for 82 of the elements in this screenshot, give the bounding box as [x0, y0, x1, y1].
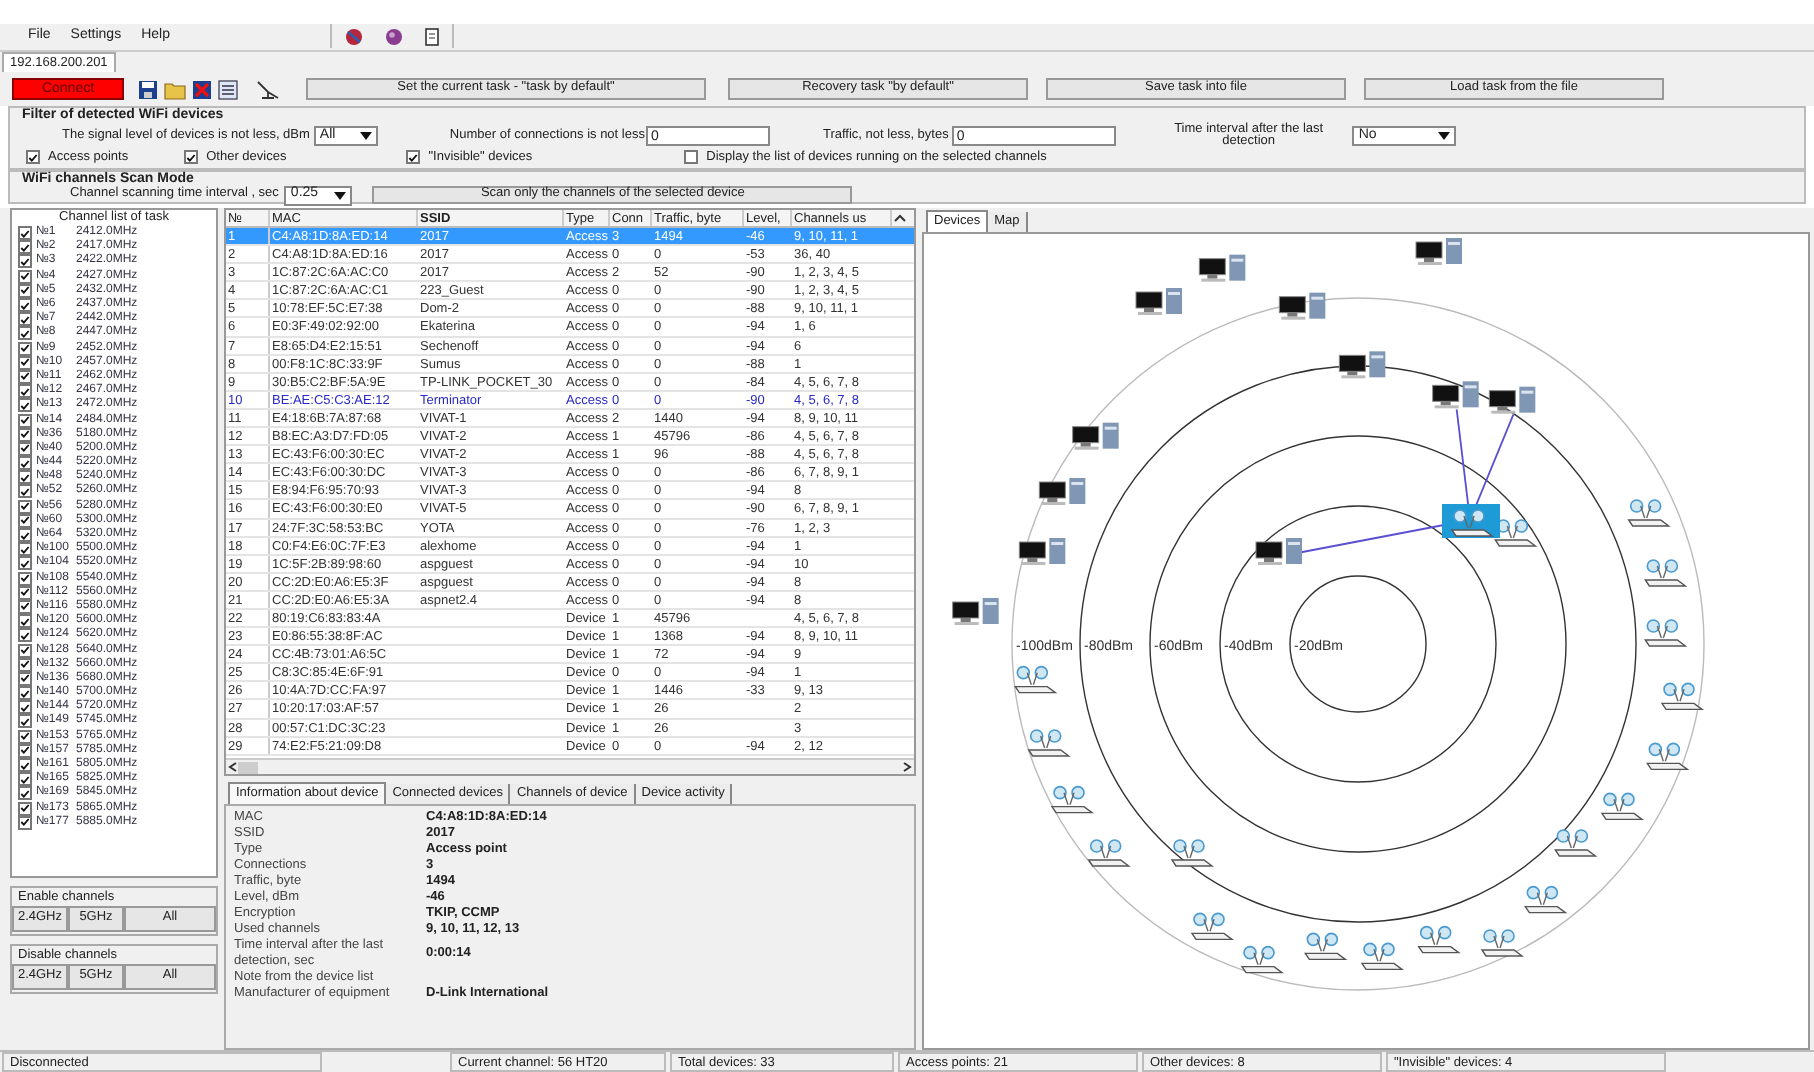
computer-icon	[1072, 422, 1119, 450]
checkbox[interactable]	[18, 801, 32, 816]
checkbox[interactable]	[18, 384, 32, 399]
checkbox[interactable]	[406, 150, 421, 165]
checkbox[interactable]	[18, 413, 32, 428]
checkbox[interactable]	[184, 150, 199, 165]
checkbox[interactable]	[18, 714, 32, 729]
access-point-icon	[1170, 839, 1215, 867]
ball-icon[interactable]	[383, 27, 404, 46]
access-point-icon	[1190, 912, 1235, 941]
checkbox[interactable]	[18, 298, 32, 313]
computer-icon	[1278, 292, 1326, 320]
computer-icon	[952, 598, 999, 625]
computer-icon	[1198, 254, 1246, 282]
access-point-icon	[1600, 792, 1645, 821]
checkbox[interactable]	[18, 528, 32, 543]
access-point-icon	[1014, 665, 1058, 694]
computer-icon	[1038, 478, 1086, 505]
dropdown-arrow-icon[interactable]	[1438, 132, 1451, 141]
document-icon[interactable]	[423, 27, 440, 46]
checkbox[interactable]	[18, 499, 32, 514]
checkbox[interactable]	[18, 628, 32, 643]
dropdown-arrow-icon[interactable]	[359, 132, 372, 141]
checkbox[interactable]	[18, 772, 32, 787]
checkbox[interactable]	[18, 226, 32, 241]
computer-icon	[1255, 538, 1302, 565]
checkbox[interactable]	[18, 556, 32, 571]
antenna-icon[interactable]	[256, 79, 280, 100]
checkbox[interactable]	[18, 758, 32, 773]
access-point-icon	[1304, 932, 1348, 961]
computer-icon	[1018, 538, 1066, 565]
checkbox[interactable]	[18, 326, 32, 341]
access-point-icon	[1644, 619, 1688, 647]
checkbox[interactable]	[18, 269, 32, 284]
scroll-thumb[interactable]	[238, 761, 258, 773]
access-point-icon	[1644, 559, 1688, 587]
computer-icon	[1488, 386, 1536, 414]
checkbox[interactable]	[684, 150, 699, 165]
computer-icon	[1432, 381, 1479, 409]
access-point-icon	[1660, 682, 1705, 711]
checkbox[interactable]	[18, 470, 32, 485]
checkbox[interactable]	[18, 254, 32, 269]
access-point-icon	[1240, 945, 1285, 974]
access-point-icon	[1417, 925, 1461, 954]
horizontal-scrollbar[interactable]	[226, 758, 914, 774]
checkbox[interactable]	[18, 686, 32, 701]
checkbox[interactable]	[18, 786, 32, 801]
checkbox[interactable]	[26, 150, 40, 165]
checkbox[interactable]	[18, 312, 32, 327]
checkbox[interactable]	[18, 398, 32, 413]
selected-router-icon	[1442, 504, 1500, 538]
save-icon[interactable]	[138, 79, 158, 100]
access-point-icon	[1554, 829, 1598, 857]
checkbox[interactable]	[18, 484, 32, 499]
scroll-up-icon[interactable]	[892, 210, 908, 226]
ball-icon[interactable]	[343, 27, 364, 46]
delete-icon[interactable]	[192, 79, 212, 100]
checkbox[interactable]	[18, 341, 32, 356]
access-point-icon	[1494, 519, 1538, 547]
scroll-right-icon[interactable]	[902, 762, 912, 772]
checkbox[interactable]	[18, 643, 32, 658]
access-point-icon	[1360, 942, 1405, 971]
access-point-icon	[1646, 742, 1690, 771]
computer-icon	[1135, 288, 1182, 315]
checkbox[interactable]	[18, 614, 32, 629]
access-point-icon	[1027, 729, 1071, 757]
checkbox[interactable]	[18, 240, 32, 255]
access-point-icon	[1087, 839, 1131, 867]
checkbox[interactable]	[18, 456, 32, 471]
access-point-icon	[1050, 785, 1095, 814]
computer-icon	[1338, 351, 1386, 379]
checkbox[interactable]	[18, 729, 32, 744]
checkbox[interactable]	[18, 542, 32, 557]
scroll-left-icon[interactable]	[228, 762, 238, 772]
dropdown-arrow-icon[interactable]	[334, 191, 347, 199]
access-point-icon	[1524, 885, 1568, 914]
list-icon[interactable]	[218, 79, 238, 100]
checkbox[interactable]	[18, 571, 32, 586]
access-point-icon	[1480, 929, 1525, 957]
access-point-icon	[1627, 499, 1671, 527]
checkbox[interactable]	[18, 700, 32, 715]
computer-icon	[1415, 238, 1462, 265]
